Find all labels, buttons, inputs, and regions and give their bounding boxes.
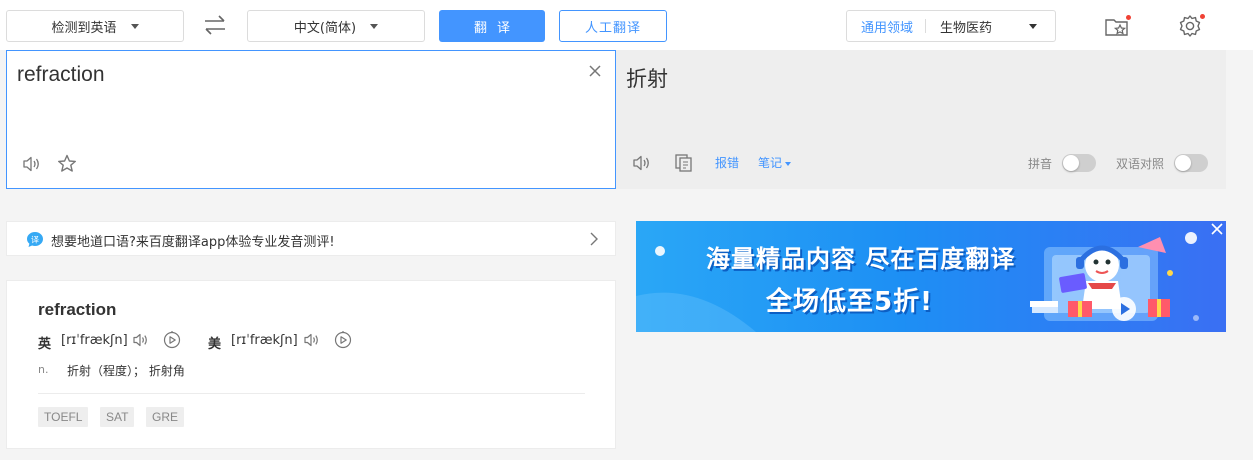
swap-languages-icon[interactable] bbox=[200, 12, 230, 38]
domain-label: 通用领域 bbox=[861, 20, 914, 36]
uk-label: 英 bbox=[38, 337, 52, 352]
promo-text: 想要地道口语?来百度翻译app体验专业发音测评! bbox=[51, 235, 335, 250]
chevron-right-icon bbox=[590, 232, 598, 246]
close-icon[interactable] bbox=[587, 63, 603, 79]
part-of-speech: n. bbox=[38, 363, 49, 376]
ad-subheadline: 全场低至5折! bbox=[766, 287, 933, 317]
bilingual-toggle[interactable] bbox=[1174, 154, 1208, 172]
chevron-down-icon bbox=[370, 23, 379, 29]
source-text-input[interactable]: refraction bbox=[17, 63, 105, 87]
pinyin-label: 拼音 bbox=[1028, 157, 1053, 171]
translate-button[interactable]: 翻译 bbox=[439, 10, 545, 42]
speaker-icon[interactable] bbox=[131, 330, 151, 350]
promo-ad-banner[interactable]: 海量精品内容 尽在百度翻译 全场低至5折! bbox=[636, 221, 1226, 332]
toolbar: 检测到英语 中文(简体) 翻译 人工翻译 通用领域 生物医药 bbox=[0, 0, 1253, 50]
speaker-icon[interactable] bbox=[21, 153, 43, 175]
ad-mascot-illustration bbox=[1030, 237, 1173, 321]
human-translation-button[interactable]: 人工翻译 bbox=[559, 10, 667, 42]
ad-headline: 海量精品内容 尽在百度翻译 bbox=[706, 245, 1016, 273]
app-icon-glyph: 译 bbox=[31, 235, 39, 244]
dictionary-card: refraction 英 [rɪˈfrækʃn] 美 [rɪˈfrækʃn] n… bbox=[6, 280, 616, 449]
speaker-icon[interactable] bbox=[631, 152, 653, 174]
source-language-label: 检测到英语 bbox=[51, 20, 117, 36]
us-phonetic: [rɪˈfrækʃn] bbox=[231, 333, 298, 348]
notification-dot bbox=[1126, 15, 1131, 20]
source-text-panel[interactable]: refraction bbox=[6, 50, 616, 189]
translation-result-text: 折射 bbox=[626, 67, 668, 91]
notification-dot bbox=[1200, 14, 1205, 19]
close-icon[interactable] bbox=[1210, 222, 1224, 236]
definition-text: 折射（程度）； 折射角 bbox=[67, 364, 185, 378]
app-promo-bar[interactable]: 译 想要地道口语?来百度翻译app体验专业发音测评! bbox=[6, 221, 616, 256]
translation-output-panel: 折射 报错 笔记 拼音 双语对照 bbox=[616, 50, 1226, 189]
uk-phonetic: [rɪˈfrækʃn] bbox=[61, 333, 128, 348]
copy-icon[interactable] bbox=[673, 152, 695, 174]
notes-dropdown[interactable]: 笔记 bbox=[758, 154, 792, 171]
target-language-label: 中文(简体) bbox=[293, 20, 357, 36]
domain-select[interactable]: 通用领域 生物医药 bbox=[846, 10, 1056, 42]
domain-value: 生物医药 bbox=[940, 20, 993, 36]
target-language-select[interactable]: 中文(简体) bbox=[247, 10, 425, 42]
pronunciation-practice-icon[interactable] bbox=[333, 330, 353, 350]
exam-tag[interactable]: TOEFL bbox=[38, 407, 89, 427]
us-label: 美 bbox=[208, 337, 222, 352]
exam-tag[interactable]: SAT bbox=[100, 407, 135, 427]
divider bbox=[38, 393, 585, 394]
pronunciation-practice-icon[interactable] bbox=[162, 330, 182, 350]
exam-tag[interactable]: GRE bbox=[146, 407, 185, 427]
notes-label: 笔记 bbox=[758, 156, 783, 170]
translate-app-icon: 译 bbox=[27, 232, 43, 247]
report-error-link[interactable]: 报错 bbox=[715, 154, 739, 171]
star-icon[interactable] bbox=[56, 153, 78, 175]
chevron-down-icon bbox=[1029, 23, 1037, 29]
chevron-down-icon bbox=[785, 161, 792, 166]
source-language-select[interactable]: 检测到英语 bbox=[6, 10, 184, 42]
bilingual-label: 双语对照 bbox=[1116, 157, 1165, 171]
dictionary-headword: refraction bbox=[38, 300, 117, 319]
speaker-icon[interactable] bbox=[302, 330, 322, 350]
chevron-down-icon bbox=[130, 23, 139, 29]
pinyin-toggle[interactable] bbox=[1062, 154, 1096, 172]
